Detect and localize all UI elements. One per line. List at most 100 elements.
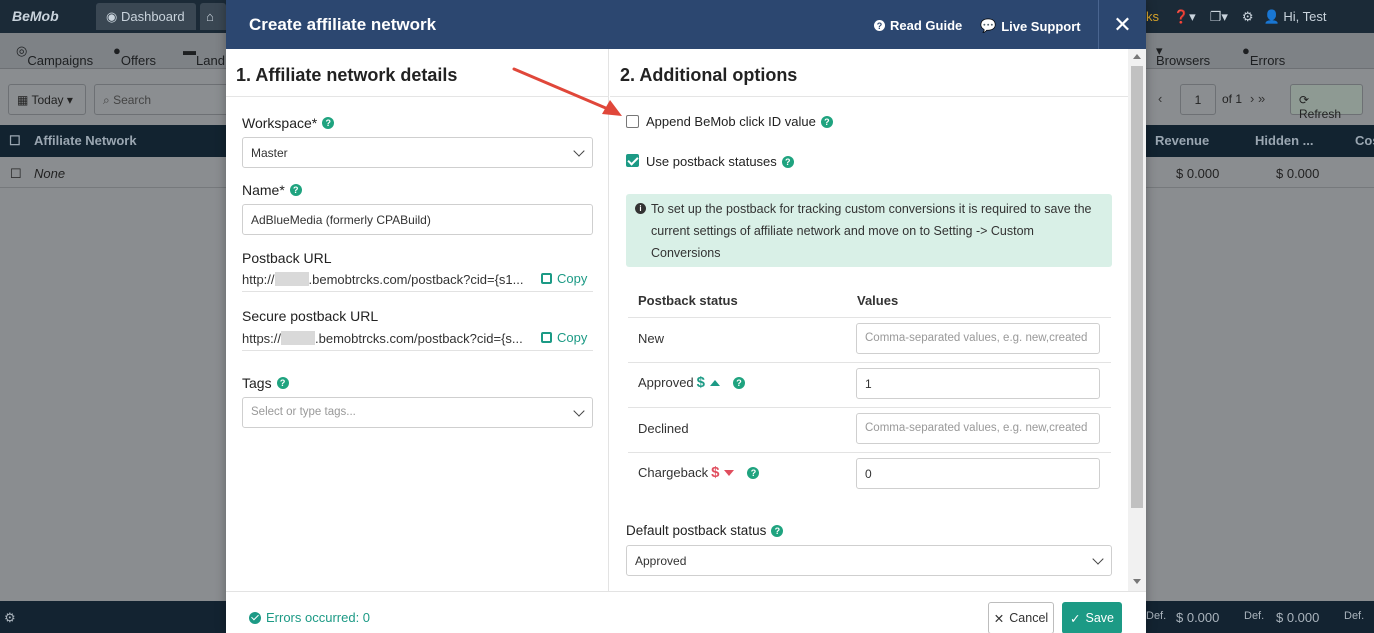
gear-icon[interactable]: ⚙ (1242, 9, 1254, 25)
footer-gear-icon[interactable]: ⚙ (4, 610, 16, 626)
status-declined-input[interactable]: Comma-separated values, e.g. new,created (856, 413, 1100, 444)
use-postback-statuses-checkbox[interactable] (626, 154, 639, 167)
status-new-input[interactable]: Comma-separated values, e.g. new,created (856, 323, 1100, 354)
scroll-down-icon[interactable] (1133, 579, 1141, 584)
user-menu[interactable]: 👤 Hi, Test (1264, 9, 1327, 25)
name-label: Name* ? (242, 182, 302, 198)
scroll-up-icon[interactable] (1133, 54, 1141, 59)
status-approved-input[interactable]: 1 (856, 368, 1100, 399)
section-divider (610, 96, 1128, 97)
secure-url-prefix: https:// (242, 331, 282, 346)
question-icon: ? (874, 20, 885, 31)
info-notice: i To set up the postback for tracking cu… (626, 194, 1112, 267)
nav-browsers-label: Browsers (1156, 53, 1211, 68)
date-range-label: Today (31, 93, 64, 107)
refresh-label: Refresh (1299, 107, 1342, 121)
additional-options-panel: 2. Additional options Append BeMob click… (610, 49, 1128, 591)
tags-placeholder: Select or type tags... (251, 406, 356, 418)
help-icon[interactable]: ? (276, 377, 289, 389)
date-range-select[interactable]: ▦ Today ▾ (8, 84, 86, 115)
row-hidden: $ 0.000 (1276, 166, 1320, 181)
default-postback-status-text: Default postback status (626, 523, 767, 538)
modal-scrollbar[interactable] (1128, 49, 1146, 591)
col-revenue[interactable]: Revenue (1155, 133, 1209, 148)
nav-landers-label: Land (196, 53, 225, 68)
status-row-approved-label: Approved $ ? (638, 374, 745, 391)
col-cost[interactable]: Cos (1355, 133, 1374, 148)
status-row-new-label: New (638, 331, 665, 346)
scroll-thumb[interactable] (1131, 66, 1143, 508)
postback-url-suffix: .bemobtrcks.com/postback?cid={s1... (308, 272, 524, 287)
status-chargeback-input[interactable]: 0 (856, 458, 1100, 489)
errors-status: Errors occurred: 0 (249, 610, 370, 625)
tags-select[interactable]: Select or type tags... (242, 397, 593, 428)
nav-offers-label: Offers (120, 53, 157, 68)
footer-def-3: Def. (1344, 610, 1365, 622)
nav-campaigns[interactable]: ◎ Campaigns (16, 43, 93, 68)
nav-campaigns-label: Campaigns (27, 53, 94, 68)
save-button[interactable]: ✓ Save (1062, 602, 1122, 633)
workspace-label: Workspace* ? (242, 115, 335, 131)
live-support-label: Live Support (1001, 18, 1081, 34)
triangle-down-icon (724, 469, 735, 476)
tab-dashboard-label: Dashboard (120, 9, 185, 24)
col-affiliate-network[interactable]: Affiliate Network (34, 133, 137, 148)
search-input[interactable]: ⌕ Search (94, 84, 234, 115)
row-checkbox[interactable]: ☐ (10, 166, 22, 182)
row-network-name: None (34, 166, 66, 181)
secure-url-suffix: .bemobtrcks.com/postback?cid={s... (315, 331, 523, 346)
col-hidden[interactable]: Hidden ... (1255, 133, 1314, 148)
select-all-checkbox[interactable]: ☐ (9, 133, 21, 149)
workspace-select[interactable]: Master (242, 137, 593, 168)
modal-title: Create affiliate network (249, 15, 437, 34)
help-menu-icon[interactable]: ❓▾ (1173, 9, 1196, 25)
close-icon[interactable]: ✕ (1098, 0, 1146, 49)
nav-browsers[interactable]: Browsers ▾ (1156, 43, 1210, 68)
copy-secure-postback-button[interactable]: Copy (541, 330, 587, 345)
page-input[interactable]: 1 (1180, 84, 1216, 115)
nav-landers[interactable]: ▬ Land (183, 43, 225, 68)
tags-label-text: Tags (242, 375, 272, 391)
help-icon[interactable]: ? (289, 184, 302, 196)
nav-errors-label: Errors (1249, 53, 1286, 68)
name-input[interactable]: AdBlueMedia (formerly CPABuild) (242, 204, 593, 235)
info-icon: i (635, 203, 646, 214)
workspace-menu-icon[interactable]: ❐▾ (1210, 9, 1228, 25)
redacted-domain (281, 331, 316, 345)
postback-url-value: http:// .bemobtrcks.com/postback?cid={s1.… (242, 272, 524, 287)
next-page-icons[interactable]: › » (1250, 91, 1265, 106)
help-icon[interactable]: ? (820, 115, 833, 128)
home-icon[interactable]: ⌂ (200, 3, 226, 30)
refresh-button[interactable]: ⟳ Refresh (1290, 84, 1363, 121)
annotation-arrow-icon (512, 67, 622, 116)
table-divider (628, 407, 1111, 408)
status-row-chargeback-label: Chargeback $ ? (638, 464, 760, 481)
page-count: of 1 (1222, 92, 1243, 106)
check-icon: ✓ (1070, 611, 1081, 626)
default-postback-status-select[interactable]: Approved (626, 545, 1112, 576)
prev-page-icon[interactable]: ‹ (1158, 91, 1162, 106)
help-icon[interactable]: ? (771, 524, 784, 537)
help-icon[interactable]: ? (781, 155, 794, 168)
append-click-id-label: Append BeMob click ID value ? (646, 114, 833, 129)
url-divider (242, 350, 593, 351)
read-guide-link[interactable]: ? Read Guide (874, 18, 962, 33)
nav-offers[interactable]: ● Offers (113, 43, 156, 68)
dollar-icon: $ (696, 374, 705, 391)
url-divider (242, 291, 593, 292)
section-title-details: 1. Affiliate network details (236, 65, 458, 85)
postback-url-label: Postback URL (242, 250, 332, 266)
live-support-link[interactable]: 💬 Live Support (980, 18, 1081, 34)
tab-dashboard[interactable]: ◉ Dashboard (96, 3, 196, 30)
topbar-partial-label: ks (1146, 9, 1159, 24)
read-guide-label: Read Guide (890, 18, 963, 33)
help-icon[interactable]: ? (733, 376, 745, 389)
cancel-label: Cancel (1009, 611, 1049, 625)
copy-icon (541, 273, 552, 284)
nav-errors[interactable]: ● Errors (1242, 43, 1285, 68)
affiliate-details-panel: 1. Affiliate network details Workspace* … (226, 49, 609, 591)
copy-postback-button[interactable]: Copy (541, 271, 587, 286)
help-icon[interactable]: ? (747, 466, 760, 479)
cancel-button[interactable]: ✕ Cancel (988, 602, 1054, 633)
help-icon[interactable]: ? (322, 117, 335, 129)
